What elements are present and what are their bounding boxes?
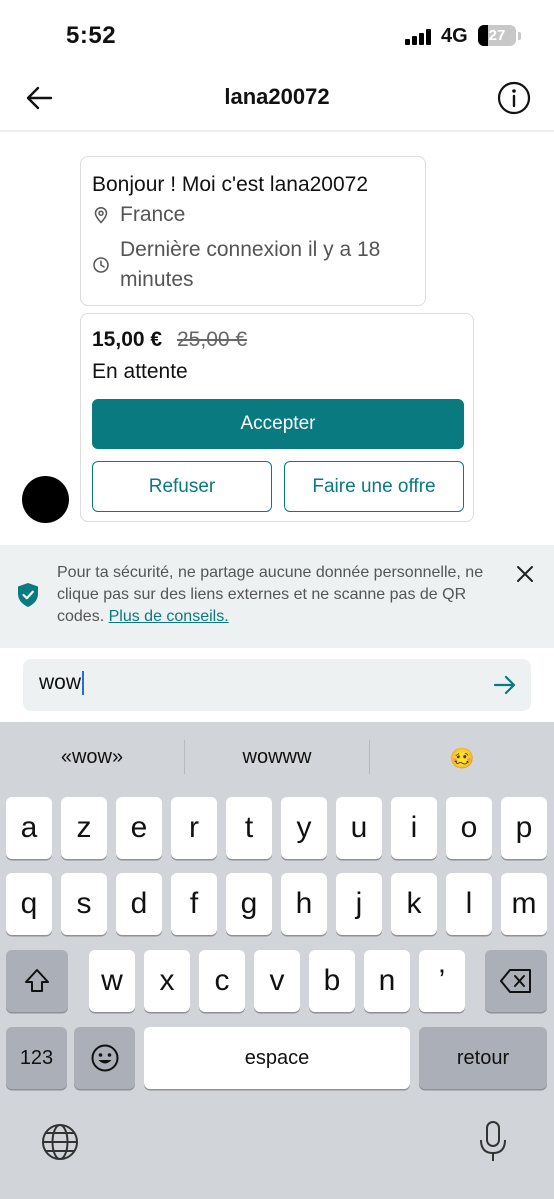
shield-check-icon [18,583,38,607]
keyboard: «wow» wowww 🥴 a z e r t y u i o p q s d … [0,722,554,1199]
profile-card: Bonjour ! Moi c'est lana20072 France Der… [80,156,426,306]
backspace-icon [500,969,531,993]
key-h[interactable]: h [281,873,327,935]
emoji-icon [91,1044,118,1072]
key-s[interactable]: s [61,873,107,935]
safety-text: Pour ta sécurité, ne partage aucune donn… [57,562,497,628]
message-input-value: wow [39,671,82,694]
battery-tip [518,32,521,40]
message-input[interactable]: wow [39,671,85,696]
key-e[interactable]: e [116,797,162,859]
safety-banner: Pour ta sécurité, ne partage aucune donn… [0,545,554,648]
key-p[interactable]: p [501,797,547,859]
emoji-key[interactable] [74,1027,135,1089]
key-i[interactable]: i [391,797,437,859]
key-w[interactable]: w [89,950,135,1012]
offer-price: 15,00 € [92,328,163,351]
original-price: 25,00 € [177,328,248,351]
microphone-icon[interactable] [478,1120,508,1164]
page-title: lana20072 [224,84,330,109]
suggestion-bar: «wow» wowww 🥴 [0,722,554,794]
last-seen-line-2: minutes [120,268,194,291]
delete-key[interactable] [485,950,547,1012]
key-n[interactable]: n [364,950,410,1012]
key-r[interactable]: r [171,797,217,859]
info-button[interactable] [496,80,532,116]
shift-key[interactable] [6,950,68,1012]
offer-card: 15,00 € 25,00 € En attente Accepter Refu… [80,313,474,522]
key-y[interactable]: y [281,797,327,859]
shift-icon [25,969,49,992]
make-offer-button[interactable]: Faire une offre [284,461,464,512]
key-f[interactable]: f [171,873,217,935]
text-caret [82,671,85,696]
last-seen-line-1: Dernière connexion il y a 18 [120,238,381,261]
profile-greeting: Bonjour ! Moi c'est lana20072 [92,173,369,196]
chat-header: lana20072 [0,70,554,132]
suggestion-1[interactable]: «wow» [0,746,184,769]
status-time: 5:52 [66,22,117,49]
key-q[interactable]: q [6,873,52,935]
accept-button[interactable]: Accepter [92,399,464,449]
suggestion-2[interactable]: wowww [185,746,369,769]
key-m[interactable]: m [501,873,547,935]
globe-icon[interactable] [40,1122,80,1162]
key-b[interactable]: b [309,950,355,1012]
last-seen-text: Dernière connexion il y a 18 minutes [120,235,380,295]
location-row: France [92,200,185,230]
close-icon [517,566,533,582]
battery-icon: 27 [478,25,516,46]
refuse-button[interactable]: Refuser [92,461,272,512]
clock-icon [93,257,109,273]
key-k[interactable]: k [391,873,437,935]
network-label: 4G [441,25,468,47]
key-v[interactable]: v [254,950,300,1012]
space-key[interactable]: espace [144,1027,410,1089]
key-g[interactable]: g [226,873,272,935]
suggestion-3[interactable]: 🥴 [370,746,554,771]
key-t[interactable]: t [226,797,272,859]
send-button[interactable] [493,673,517,697]
key-o[interactable]: o [446,797,492,859]
key-c[interactable]: c [199,950,245,1012]
key-a[interactable]: a [6,797,52,859]
numbers-key[interactable]: 123 [6,1027,67,1089]
arrow-right-icon [493,675,516,695]
battery-percent: 27 [488,27,506,44]
key-d[interactable]: d [116,873,162,935]
close-banner-button[interactable] [514,563,536,585]
avatar[interactable] [22,476,69,523]
offer-status: En attente [92,360,188,383]
signal-icon [405,29,431,45]
key-j[interactable]: j [336,873,382,935]
last-seen-row: Dernière connexion il y a 18 minutes [92,235,380,295]
message-input-wrapper[interactable]: wow [23,659,531,711]
return-key[interactable]: retour [419,1027,547,1089]
key-l[interactable]: l [446,873,492,935]
info-icon [497,81,531,115]
status-bar: 5:52 4G 27 [0,0,554,70]
key-z[interactable]: z [61,797,107,859]
key-u[interactable]: u [336,797,382,859]
key-apostrophe[interactable]: ’ [419,950,465,1012]
location-pin-icon [94,207,108,224]
location-text: France [120,203,186,226]
key-x[interactable]: x [144,950,190,1012]
safety-tips-link[interactable]: Plus de conseils. [109,608,229,625]
